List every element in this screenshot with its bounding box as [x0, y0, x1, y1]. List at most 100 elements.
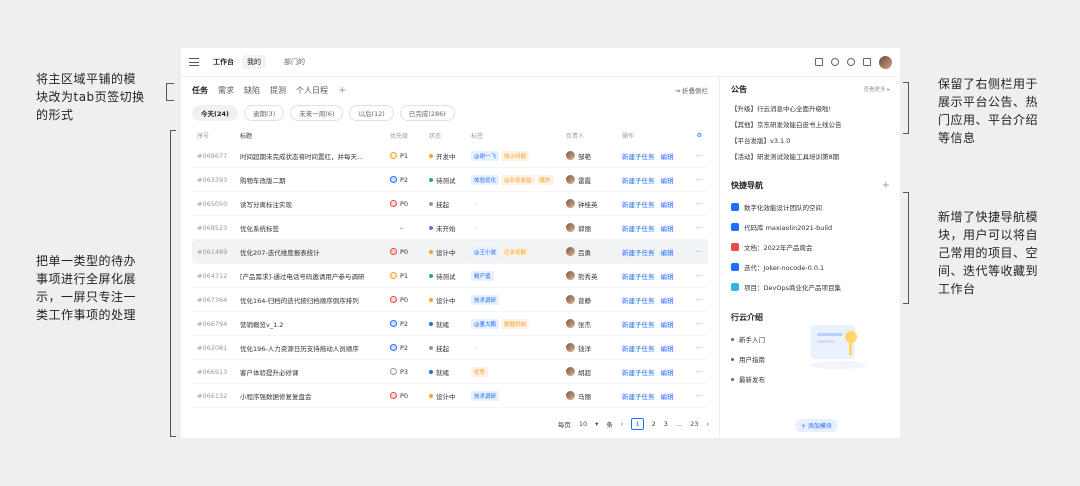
nav-item[interactable]: 项目：DevOps商业化产品项目集	[731, 277, 890, 297]
table-row[interactable]: #067364 优化164-归档的迭代按归档顺序倒序排列 P0 设计中 技术调研 曾静 新建…	[192, 288, 708, 312]
prev-page-icon[interactable]: ‹	[621, 420, 624, 428]
more-icon[interactable]: ···	[682, 200, 702, 208]
tab-test[interactable]: 提测	[270, 85, 286, 96]
filter-done[interactable]: 已完成(286)	[399, 105, 455, 121]
task-title[interactable]: 读写分离标注实现	[240, 199, 390, 209]
new-subtask-link[interactable]: 新建子任务	[622, 271, 655, 281]
edit-link[interactable]: 编辑	[661, 175, 674, 185]
add-module-button[interactable]: + 添加模块	[795, 419, 838, 432]
table-row[interactable]: #062081 优化196-人力资源日历支持拖动人员顺序 P2 挂起 – 钱洋 新建子任务编…	[192, 336, 708, 360]
add-tab-icon[interactable]: +	[338, 85, 346, 96]
task-title[interactable]: 时间超期未完成状态将时间置红，并每天...	[240, 151, 390, 161]
tab-bug[interactable]: 缺陷	[244, 85, 260, 96]
page-1[interactable]: 1	[631, 418, 644, 430]
new-subtask-link[interactable]: 新建子任务	[622, 247, 655, 257]
per-page-select[interactable]: 10	[579, 420, 587, 428]
more-icon[interactable]: ···	[682, 176, 702, 184]
more-icon[interactable]: ···	[682, 344, 702, 352]
tab-requirement[interactable]: 需求	[218, 85, 234, 96]
task-title[interactable]: 优化系统标签	[240, 223, 390, 233]
nav-item[interactable]: 文档：2022年产品周会	[731, 237, 890, 257]
settings-icon[interactable]: ⚙	[682, 132, 702, 139]
avatar[interactable]	[879, 55, 892, 69]
chevron-down-icon[interactable]: ▾	[595, 420, 598, 428]
edit-link[interactable]: 编辑	[661, 343, 674, 353]
task-title[interactable]: 客户体验提升必修课	[240, 367, 390, 377]
more-icon[interactable]: ···	[682, 320, 702, 328]
notice-title: 公告	[731, 84, 747, 94]
new-subtask-link[interactable]: 新建子任务	[622, 343, 655, 353]
edit-link[interactable]: 编辑	[661, 151, 674, 161]
nav-item[interactable]: 代码库 maxiaolin2021-build	[731, 217, 890, 237]
add-nav-icon[interactable]: +	[882, 180, 890, 191]
tab-task[interactable]: 任务	[192, 85, 208, 96]
edit-link[interactable]: 编辑	[661, 367, 674, 377]
task-title[interactable]: 小程序强数据修复复盘会	[240, 391, 390, 401]
notice-item[interactable]: 【其他】京东研发效能白皮书上线公告	[731, 117, 890, 133]
more-icon[interactable]: ···	[682, 272, 702, 280]
edit-link[interactable]: 编辑	[661, 271, 674, 281]
task-title[interactable]: 营销概览v_1.2	[240, 319, 390, 329]
task-title[interactable]: 购物车改版二期	[240, 175, 390, 185]
menu-icon[interactable]	[189, 58, 199, 66]
new-subtask-link[interactable]: 新建子任务	[622, 223, 655, 233]
page-2[interactable]: 2	[652, 420, 656, 428]
table-row[interactable]: #063393 购物车改版二期 P2 待测试 体验优化 @业务收益 爆炸 雷霞 新建子任务 编辑 ·…	[192, 168, 708, 192]
more-icon[interactable]: ···	[682, 248, 702, 256]
new-subtask-link[interactable]: 新建子任务	[622, 175, 655, 185]
table-row[interactable]: #064712 [产品需求]-通过电话号码邀请用户参与调研 P1 待测试 精产值 熊秀英新…	[192, 264, 708, 288]
more-icon[interactable]: ···	[682, 392, 702, 400]
more-icon[interactable]: ···	[682, 296, 702, 304]
table-row[interactable]: #066913 客户体验提升必修课 P3 就绪 优秀 胡超 新建子任务 编辑 ···	[192, 360, 708, 384]
table-row[interactable]: #069677 时间超期未完成状态将时间置红，并每天... P1 开发中 @谢一飞 线上问…	[192, 144, 708, 168]
task-title[interactable]: 优化207-迭代维度报表统计	[240, 247, 390, 257]
layers-icon[interactable]	[815, 58, 823, 66]
nav-item[interactable]: 迭代：Joker-nocode-0.0.1	[731, 257, 890, 277]
tab-mine[interactable]: 我的	[242, 55, 266, 69]
tab-workbench[interactable]: 工作台	[213, 57, 234, 67]
edit-link[interactable]: 编辑	[661, 319, 674, 329]
notice-more-link[interactable]: 查看更多 ▸	[863, 85, 890, 93]
new-subtask-link[interactable]: 新建子任务	[622, 199, 655, 209]
tab-schedule[interactable]: 个人日程	[296, 85, 328, 96]
table-row[interactable]: #066132 小程序强数据修复复盘会 P0 设计中 技术调研 马丽 新建子任务 编辑 ···	[192, 384, 708, 408]
filter-later[interactable]: 以后(12)	[349, 105, 394, 121]
notice-item[interactable]: 【升级】行云消息中心全面升级啦!	[731, 101, 890, 117]
page-23[interactable]: 23	[690, 420, 698, 428]
new-subtask-link[interactable]: 新建子任务	[622, 151, 655, 161]
task-title[interactable]: [产品需求]-通过电话号码邀请用户参与调研	[240, 271, 390, 281]
next-page-icon[interactable]: ›	[706, 420, 709, 428]
bell-icon[interactable]	[847, 58, 855, 66]
edit-link[interactable]: 编辑	[661, 295, 674, 305]
edit-link[interactable]: 编辑	[661, 247, 674, 257]
tab-department[interactable]: 部门的	[284, 57, 305, 67]
more-icon[interactable]: ···	[682, 224, 702, 232]
filter-next-week[interactable]: 未来一周(6)	[290, 105, 344, 121]
more-icon[interactable]: ···	[682, 368, 702, 376]
new-subtask-link[interactable]: 新建子任务	[622, 367, 655, 377]
pen-icon[interactable]	[863, 58, 871, 66]
task-title[interactable]: 优化164-归档的迭代按归档顺序倒序排列	[240, 295, 390, 305]
filter-today[interactable]: 今天(24)	[192, 105, 238, 121]
edit-link[interactable]: 编辑	[661, 199, 674, 209]
page-3[interactable]: 3	[664, 420, 668, 428]
help-icon[interactable]	[831, 58, 839, 66]
more-icon[interactable]: ···	[682, 152, 702, 160]
collapse-sidebar-button[interactable]: ⇥ 折叠侧栏	[674, 85, 708, 95]
new-subtask-link[interactable]: 新建子任务	[622, 295, 655, 305]
table-row[interactable]: #066794 营销概览v_1.2 P2 就绪 @董大鹏 数据机制 张杰 新建子任务 编辑 ···	[192, 312, 708, 336]
nav-item[interactable]: 数字化效能设计团队的空间	[731, 197, 890, 217]
new-subtask-link[interactable]: 新建子任务	[622, 319, 655, 329]
table-row[interactable]: #061489 优化207-迭代维度报表统计 P0 设计中 @王小波 迁关低额 吕勇 新建子任…	[192, 240, 708, 264]
notice-item[interactable]: 【平台发版】v3.1.0	[731, 133, 890, 149]
notice-item[interactable]: 【活动】研发测试效能工具培训第8期	[731, 149, 890, 165]
task-title[interactable]: 优化196-人力资源日历支持拖动人员顺序	[240, 343, 390, 353]
new-subtask-link[interactable]: 新建子任务	[622, 391, 655, 401]
intro-item[interactable]: 最新发布	[731, 369, 890, 389]
priority: P0	[390, 296, 429, 304]
table-row[interactable]: #065050 读写分离标注实现 P0 挂起 – 钟桂英 新建子任务 编辑 ···	[192, 192, 708, 216]
table-row[interactable]: #068523 优化系统标签 – 未开始 – 郭丽 新建子任务 编辑 ···	[192, 216, 708, 240]
edit-link[interactable]: 编辑	[661, 391, 674, 401]
edit-link[interactable]: 编辑	[661, 223, 674, 233]
filter-overdue[interactable]: 逾期(3)	[244, 105, 285, 121]
